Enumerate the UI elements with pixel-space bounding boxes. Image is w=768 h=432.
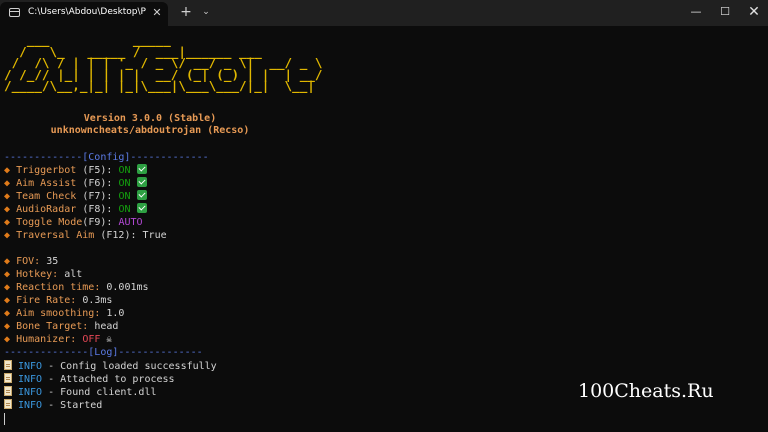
bullet-icon: ◆ [4,191,11,202]
terminal-tab[interactable]: C:\Users\Abdou\Desktop\P-N ✕ [0,2,168,26]
config-row-triggerbot: ◆ Triggerbot (F5): ON [4,164,147,177]
setting-row-fov: ◆ FOV: 35 [4,255,58,268]
config-row-aim-assist: ◆ Aim Assist (F6): ON [4,177,147,190]
log-entry: INFO - Attached to process [4,373,175,386]
setting-value: 35 [46,256,59,267]
bullet-icon: ◆ [4,334,11,345]
config-row-toggle-mode: ◆ Toggle Mode(F9): AUTO [4,216,143,229]
bullet-icon: ◆ [4,178,11,189]
title-bar: C:\Users\Abdou\Desktop\P-N ✕ + ⌄ — ☐ ✕ [0,0,768,26]
watermark: 100Cheats.Ru [578,380,714,402]
setting-row-hotkey: ◆ Hotkey: alt [4,268,82,281]
new-tab-button[interactable]: + [178,4,194,20]
setting-row-bone-target: ◆ Bone Target: head [4,320,118,333]
setting-value: 0.3ms [82,295,113,306]
config-key: (F6): [82,178,113,189]
bullet-icon: ◆ [4,308,11,319]
bullet-icon: ◆ [4,230,11,241]
scroll-icon [4,399,12,409]
log-entry: INFO - Started [4,399,102,412]
setting-label: Fire Rate: [16,295,77,306]
setting-row-fire-rate: ◆ Fire Rate: 0.3ms [4,294,112,307]
version-text: Version 3.0.0 (Stable) [83,113,217,124]
setting-value: 0.001ms [106,282,149,293]
close-button[interactable]: ✕ [736,0,768,26]
log-message: - Attached to process [48,374,175,385]
text-cursor [4,413,5,425]
config-label: Triggerbot [16,165,77,176]
terminal-window: C:\Users\Abdou\Desktop\P-N ✕ + ⌄ — ☐ ✕ _… [0,0,768,432]
bullet-icon: ◆ [4,282,11,293]
config-key: (F8): [82,204,113,215]
check-icon [136,164,147,174]
log-message: - Found client.dll [48,387,157,398]
setting-label: Reaction time: [16,282,101,293]
bullet-icon: ◆ [4,295,11,306]
bullet-icon: ◆ [4,321,11,332]
scroll-icon [4,360,12,370]
setting-value: OFF [82,334,101,345]
config-row-audioradar: ◆ AudioRadar (F8): ON [4,203,147,216]
check-icon [136,177,147,187]
setting-row-humanizer: ◆ Humanizer: OFF ☠ [4,333,112,347]
config-label: Aim Assist [16,178,77,189]
setting-label: FOV: [16,256,41,267]
config-divider: -------------[Config]------------- [4,152,209,163]
log-level: INFO [18,387,43,398]
ascii-banner: ___ _____ / \_ _____ / ___|______ ___ / … [4,32,323,93]
setting-row-reaction-time: ◆ Reaction time: 0.001ms [4,281,149,294]
config-key: (F9): [82,217,113,228]
log-entry: INFO - Found client.dll [4,386,157,399]
tab-title: C:\Users\Abdou\Desktop\P-N [28,7,146,17]
config-label: Traversal Aim [16,230,95,241]
config-row-traversal-aim: ◆ Traversal Aim (F12): True [4,229,167,242]
config-key: (F7): [82,191,113,202]
scroll-icon [4,386,12,396]
log-message: - Started [48,400,103,411]
bullet-icon: ◆ [4,256,11,267]
config-row-team-check: ◆ Team Check (F7): ON [4,190,147,203]
bullet-icon: ◆ [4,204,11,215]
config-value: ON [118,178,131,189]
scroll-icon [4,373,12,383]
bullet-icon: ◆ [4,269,11,280]
setting-value: 1.0 [106,308,125,319]
author-text: unknowncheats/abdoutrojan (Recso) [50,125,250,136]
setting-label: Hotkey: [16,269,59,280]
log-divider: --------------[Log]-------------- [4,347,203,358]
log-level: INFO [18,361,43,372]
bullet-icon: ◆ [4,217,11,228]
terminal-output[interactable]: ___ _____ / \_ _____ / ___|______ ___ / … [0,26,768,432]
log-level: INFO [18,400,43,411]
check-icon [136,203,147,213]
setting-row-aim-smoothing: ◆ Aim smoothing: 1.0 [4,307,124,320]
setting-value: alt [64,269,83,280]
config-label: AudioRadar [16,204,77,215]
config-value: ON [118,204,131,215]
terminal-icon [9,8,20,17]
config-key: (F5): [82,165,113,176]
setting-label: Bone Target: [16,321,89,332]
log-entry: INFO - Config loaded successfully [4,360,217,373]
tab-close-icon[interactable]: ✕ [150,5,164,21]
config-value: ON [118,191,131,202]
config-value: True [142,230,167,241]
setting-label: Aim smoothing: [16,308,101,319]
config-key: (F12): [100,230,137,241]
config-label: Team Check [16,191,77,202]
bullet-icon: ◆ [4,165,11,176]
tab-dropdown-icon[interactable]: ⌄ [199,5,213,19]
log-level: INFO [18,374,43,385]
setting-value: head [94,321,119,332]
check-icon [136,190,147,200]
log-message: - Config loaded successfully [48,361,217,372]
setting-label: Humanizer: [16,334,77,345]
config-value: ON [118,165,131,176]
config-value: AUTO [118,217,143,228]
config-label: Toggle Mode [16,217,83,228]
